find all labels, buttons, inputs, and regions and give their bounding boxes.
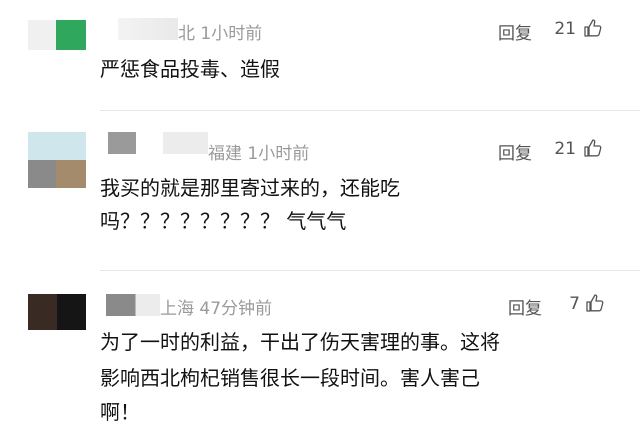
like-count: 7 [569, 294, 580, 314]
username-blurred[interactable] [106, 294, 160, 316]
comment-text-line: 啊！ [100, 400, 140, 424]
comment-meta: 上海 47分钟前 [160, 299, 273, 319]
comment-text-line: 严惩食品投毒、造假 [100, 57, 280, 81]
avatar[interactable] [28, 132, 86, 188]
comment-text-line: 我买的就是那里寄过来的，还能吃 [100, 176, 400, 200]
username-blurred[interactable] [108, 132, 208, 154]
thumbs-up-icon[interactable] [585, 293, 605, 313]
comment-text-line: 吗？？？？？？？？ 气气气 [100, 209, 347, 233]
thumbs-up-icon[interactable] [583, 138, 603, 158]
avatar[interactable] [28, 294, 86, 330]
avatar[interactable] [28, 20, 86, 50]
reply-button[interactable]: 回复 [498, 19, 532, 44]
reply-button[interactable]: 回复 [498, 139, 532, 164]
thumbs-up-icon[interactable] [583, 18, 603, 38]
username-blurred[interactable] [118, 18, 178, 40]
comment-text-line: 为了一时的利益，干出了伤天害理的事。这将 [100, 330, 500, 354]
like-count: 21 [554, 139, 576, 159]
reply-button[interactable]: 回复 [508, 294, 542, 319]
divider [100, 270, 640, 271]
like-count: 21 [554, 19, 576, 39]
comment-meta: 北 1小时前 [178, 24, 263, 44]
comment-meta: 福建 1小时前 [208, 144, 310, 164]
divider [100, 110, 640, 111]
comment-text-line: 影响西北枸杞销售很长一段时间。害人害己 [100, 366, 480, 390]
